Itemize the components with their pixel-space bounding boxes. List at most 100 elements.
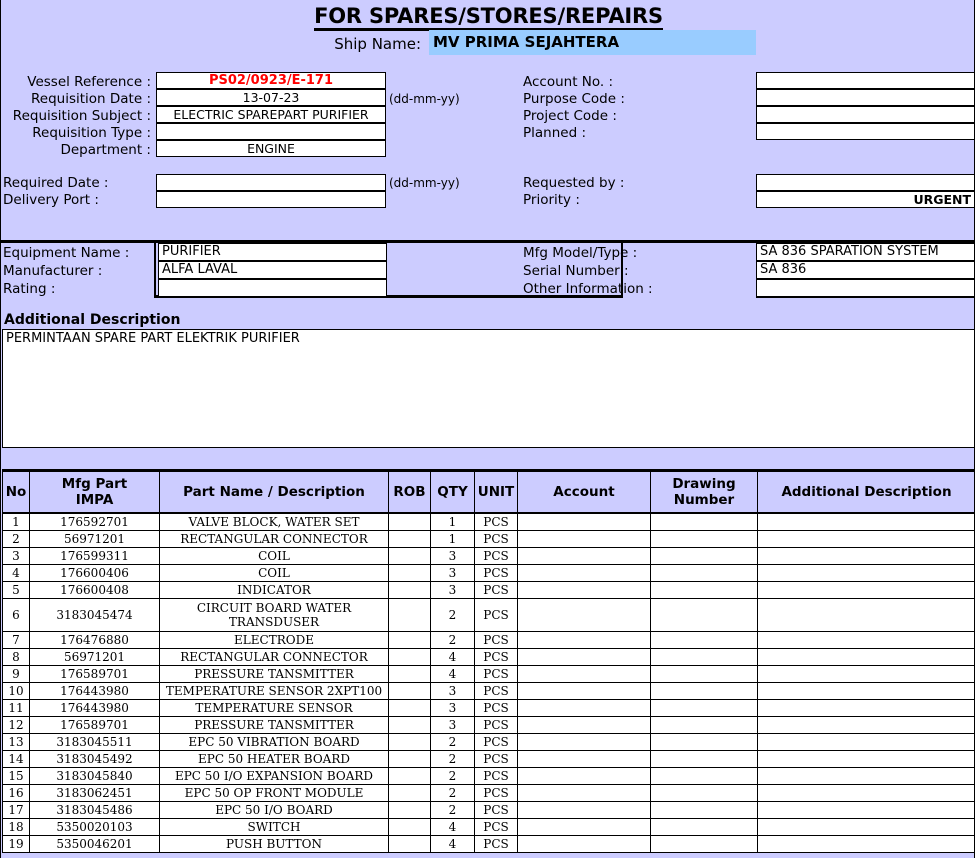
cell-additional[interactable] — [757, 665, 974, 683]
cell-additional[interactable] — [757, 512, 974, 531]
cell-rob[interactable] — [388, 750, 431, 768]
cell-additional[interactable] — [757, 581, 974, 599]
cell-unit[interactable]: PCS — [474, 835, 518, 853]
cell-rob[interactable] — [388, 547, 431, 565]
cell-mfg[interactable]: 176476880 — [29, 631, 160, 649]
cell-unit[interactable]: PCS — [474, 716, 518, 734]
cell-mfg[interactable]: 176443980 — [29, 699, 160, 717]
cell-unit[interactable]: PCS — [474, 581, 518, 599]
cell-drawing[interactable] — [650, 665, 758, 683]
cell-additional[interactable] — [757, 631, 974, 649]
cell-additional[interactable] — [757, 598, 974, 632]
cell-name[interactable]: ELECTRODE — [159, 631, 389, 649]
cell-no[interactable]: 12 — [2, 716, 30, 734]
cell-rob[interactable] — [388, 767, 431, 785]
cell-mfg[interactable]: 56971201 — [29, 530, 160, 548]
cell-unit[interactable]: PCS — [474, 818, 518, 836]
cell-qty[interactable]: 2 — [430, 598, 475, 632]
cell-account[interactable] — [517, 733, 651, 751]
cell-no[interactable]: 19 — [2, 835, 30, 853]
cell-mfg[interactable]: 176443980 — [29, 682, 160, 700]
requisition-type-field[interactable] — [156, 123, 386, 140]
cell-rob[interactable] — [388, 564, 431, 582]
cell-no[interactable]: 14 — [2, 750, 30, 768]
cell-drawing[interactable] — [650, 512, 758, 531]
cell-no[interactable]: 16 — [2, 784, 30, 802]
cell-name[interactable]: EPC 50 I/O BOARD — [159, 801, 389, 819]
cell-mfg[interactable]: 176600408 — [29, 581, 160, 599]
cell-unit[interactable]: PCS — [474, 547, 518, 565]
cell-drawing[interactable] — [650, 818, 758, 836]
cell-qty[interactable]: 4 — [430, 665, 475, 683]
cell-no[interactable]: 10 — [2, 682, 30, 700]
cell-no[interactable]: 7 — [2, 631, 30, 649]
cell-mfg[interactable]: 3183045474 — [29, 598, 160, 632]
requisition-date-field[interactable]: 13-07-23 — [156, 89, 386, 106]
purpose-code-field[interactable] — [756, 89, 974, 106]
cell-drawing[interactable] — [650, 631, 758, 649]
priority-field[interactable]: URGENT — [756, 191, 974, 208]
cell-rob[interactable] — [388, 818, 431, 836]
cell-drawing[interactable] — [650, 716, 758, 734]
cell-account[interactable] — [517, 564, 651, 582]
cell-account[interactable] — [517, 665, 651, 683]
cell-unit[interactable]: PCS — [474, 598, 518, 632]
cell-unit[interactable]: PCS — [474, 801, 518, 819]
cell-name[interactable]: CIRCUIT BOARD WATER TRANSDUSER — [159, 598, 389, 632]
cell-mfg[interactable]: 3183045486 — [29, 801, 160, 819]
cell-qty[interactable]: 1 — [430, 512, 475, 531]
department-field[interactable]: ENGINE — [156, 140, 386, 157]
required-date-field[interactable] — [156, 174, 386, 191]
cell-name[interactable]: PRESSURE TANSMITTER — [159, 716, 389, 734]
cell-drawing[interactable] — [650, 564, 758, 582]
cell-mfg[interactable]: 3183045492 — [29, 750, 160, 768]
cell-mfg[interactable]: 176600406 — [29, 564, 160, 582]
cell-name[interactable]: EPC 50 I/O EXPANSION BOARD — [159, 767, 389, 785]
cell-no[interactable]: 15 — [2, 767, 30, 785]
cell-name[interactable]: TEMPERATURE SENSOR 2XPT100 — [159, 682, 389, 700]
cell-name[interactable]: EPC 50 OP FRONT MODULE — [159, 784, 389, 802]
cell-unit[interactable]: PCS — [474, 733, 518, 751]
cell-qty[interactable]: 3 — [430, 699, 475, 717]
cell-qty[interactable]: 2 — [430, 733, 475, 751]
cell-additional[interactable] — [757, 648, 974, 666]
cell-additional[interactable] — [757, 716, 974, 734]
cell-mfg[interactable]: 3183045840 — [29, 767, 160, 785]
serial-number-field[interactable]: SA 836 — [756, 261, 974, 279]
cell-drawing[interactable] — [650, 767, 758, 785]
cell-qty[interactable]: 2 — [430, 631, 475, 649]
cell-account[interactable] — [517, 682, 651, 700]
vessel-reference-field[interactable]: PS02/0923/E-171 — [156, 72, 386, 89]
cell-no[interactable]: 5 — [2, 581, 30, 599]
cell-no[interactable]: 18 — [2, 818, 30, 836]
cell-name[interactable]: EPC 50 HEATER BOARD — [159, 750, 389, 768]
cell-mfg[interactable]: 176589701 — [29, 665, 160, 683]
cell-account[interactable] — [517, 530, 651, 548]
cell-additional[interactable] — [757, 835, 974, 853]
cell-no[interactable]: 1 — [2, 512, 30, 531]
cell-additional[interactable] — [757, 801, 974, 819]
mfg-model-type-field[interactable]: SA 836 SPARATION SYSTEM — [756, 243, 974, 261]
cell-additional[interactable] — [757, 733, 974, 751]
cell-unit[interactable]: PCS — [474, 512, 518, 531]
cell-qty[interactable]: 2 — [430, 801, 475, 819]
cell-rob[interactable] — [388, 665, 431, 683]
cell-additional[interactable] — [757, 547, 974, 565]
cell-no[interactable]: 11 — [2, 699, 30, 717]
cell-additional[interactable] — [757, 818, 974, 836]
cell-qty[interactable]: 2 — [430, 750, 475, 768]
cell-rob[interactable] — [388, 512, 431, 531]
cell-drawing[interactable] — [650, 699, 758, 717]
cell-unit[interactable]: PCS — [474, 648, 518, 666]
cell-additional[interactable] — [757, 530, 974, 548]
cell-drawing[interactable] — [650, 598, 758, 632]
cell-rob[interactable] — [388, 581, 431, 599]
cell-account[interactable] — [517, 699, 651, 717]
cell-mfg[interactable]: 56971201 — [29, 648, 160, 666]
delivery-port-field[interactable] — [156, 191, 386, 208]
cell-name[interactable]: VALVE BLOCK, WATER SET — [159, 512, 389, 531]
cell-no[interactable]: 8 — [2, 648, 30, 666]
cell-additional[interactable] — [757, 767, 974, 785]
other-information-field[interactable] — [756, 279, 974, 297]
cell-unit[interactable]: PCS — [474, 530, 518, 548]
